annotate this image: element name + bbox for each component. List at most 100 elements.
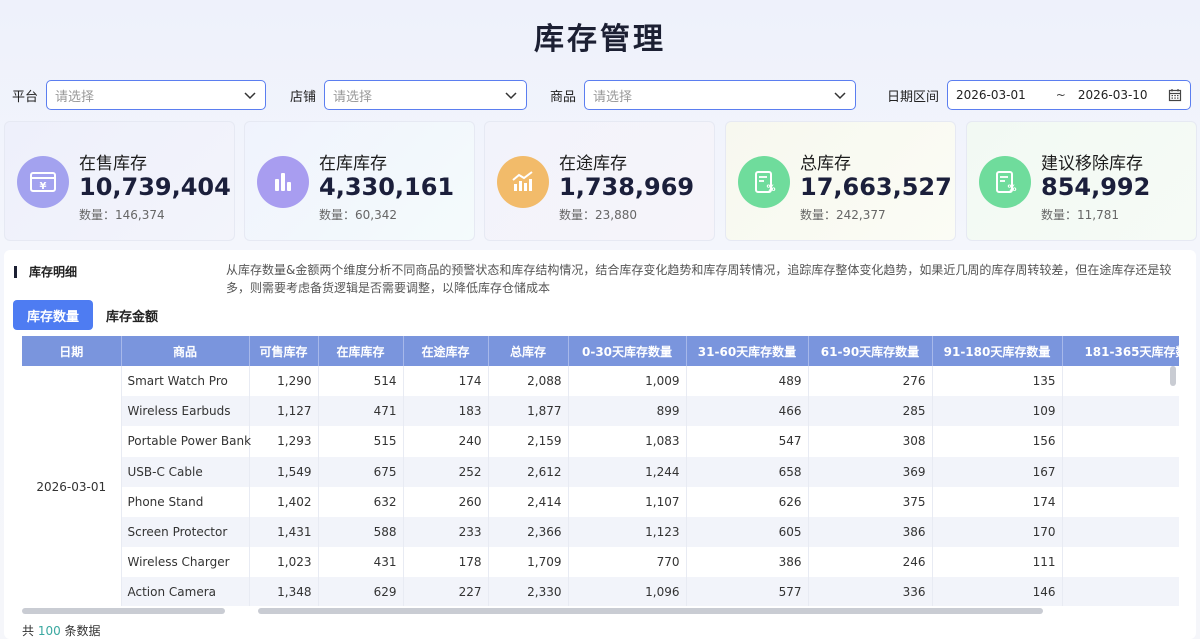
tab-stock-quantity[interactable]: 库存数量: [13, 300, 93, 330]
column-header[interactable]: 商品: [121, 336, 250, 366]
chevron-down-icon: [244, 92, 256, 100]
value-cell: 1,290: [249, 366, 319, 397]
value-cell: 577: [686, 577, 809, 606]
platform-select[interactable]: 请选择: [46, 80, 267, 110]
horizontal-scrollbar[interactable]: [258, 608, 1043, 614]
tab-stock-amount[interactable]: 库存金额: [96, 300, 168, 330]
value-cell: 178: [403, 547, 489, 578]
column-header[interactable]: 0-30天库存数量: [568, 336, 687, 366]
value-cell: 227: [403, 577, 489, 606]
value-cell: 183: [403, 396, 489, 427]
card-value: 10,739,404: [79, 173, 231, 201]
value-cell: 135: [932, 366, 1063, 397]
card-value: 17,663,527: [800, 173, 952, 201]
column-header[interactable]: 181-365天库存数量: [1062, 336, 1179, 366]
store-select[interactable]: 请选择: [324, 80, 528, 110]
card-title: 建议移除库存: [1041, 154, 1143, 174]
column-header[interactable]: 91-180天库存数量: [932, 336, 1063, 366]
value-cell: 109: [932, 396, 1063, 427]
value-cell: 431: [318, 547, 404, 578]
value-cell: 629: [318, 577, 404, 606]
column-header[interactable]: 61-90天库存数量: [808, 336, 933, 366]
table-row[interactable]: Phone Stand 1,402 632 260 2,414 1,107 626 375 17…: [22, 486, 1179, 517]
value-cell: 1,549: [249, 456, 319, 487]
value-cell: 336: [808, 577, 933, 606]
value-cell: 156: [932, 426, 1063, 457]
card-quantity: 数量：242,377: [800, 208, 886, 222]
date-end[interactable]: 2026-03-10: [1078, 88, 1148, 102]
frozen-columns-scrollbar[interactable]: [22, 608, 225, 614]
vertical-scroll-thumb[interactable]: [1170, 366, 1176, 386]
inventory-table: 日期 商品 可售库存 在库库存 在途库存 总库存 0-30天库存数量 31-60天库存数量 61…: [22, 336, 1179, 606]
value-cell: 285: [808, 396, 933, 427]
platform-label: 平台: [12, 89, 39, 105]
card-value: 4,330,161: [319, 173, 455, 201]
value-cell: 658: [686, 456, 809, 487]
value-cell: 1,293: [249, 426, 319, 457]
column-header[interactable]: 在途库存: [403, 336, 489, 366]
bar-chart-icon: [257, 156, 309, 208]
value-cell: 252: [403, 456, 489, 487]
value-cell: 1,348: [249, 577, 319, 606]
card-value: 854,992: [1041, 173, 1151, 201]
value-cell: 260: [403, 486, 489, 517]
product-cell: Smart Watch Pro: [121, 366, 250, 397]
value-cell: 1,402: [249, 486, 319, 517]
value-cell: 2,366: [488, 516, 569, 548]
date-start[interactable]: 2026-03-01: [956, 88, 1026, 102]
value-cell: [1062, 456, 1179, 487]
total-prefix: 共: [22, 624, 38, 638]
product-cell: Screen Protector: [121, 516, 250, 548]
value-cell: 1,877: [488, 396, 569, 427]
column-header[interactable]: 可售库存: [249, 336, 319, 366]
store-label: 店铺: [290, 89, 317, 105]
value-cell: 1,096: [568, 577, 687, 606]
value-cell: 240: [403, 426, 489, 457]
platform-placeholder: 请选择: [55, 89, 95, 105]
value-cell: [1062, 516, 1179, 548]
value-cell: 2,159: [488, 426, 569, 457]
value-cell: 386: [686, 547, 809, 578]
card-quantity: 数量：60,342: [319, 208, 397, 222]
product-cell: USB-C Cable: [121, 456, 250, 487]
column-header[interactable]: 31-60天库存数量: [686, 336, 809, 366]
value-cell: [1062, 396, 1179, 427]
card-on-sale-stock: ¥ 在售库存 10,739,404 数量：146,374: [4, 121, 235, 241]
vertical-scrollbar[interactable]: [1170, 366, 1176, 606]
product-select[interactable]: 请选择: [584, 80, 857, 110]
value-cell: 626: [686, 486, 809, 517]
value-cell: [1062, 366, 1179, 397]
column-header[interactable]: 在库库存: [318, 336, 404, 366]
value-cell: 632: [318, 486, 404, 517]
table-row[interactable]: USB-C Cable 1,549 675 252 2,612 1,244 658 369 16…: [22, 456, 1179, 487]
card-in-transit-stock: 在途库存 1,738,969 数量：23,880: [484, 121, 715, 241]
card-title: 在途库存: [559, 154, 627, 174]
card-title: 在售库存: [79, 154, 147, 174]
table-row[interactable]: Portable Power Bank 1,293 515 240 2,159 1,083…: [22, 426, 1179, 457]
value-cell: 899: [568, 396, 687, 427]
table-row[interactable]: Action Camera 1,348 629 227 2,330 1,096 577 336…: [22, 577, 1179, 606]
date-range-picker[interactable]: 2026-03-01 ~ 2026-03-10: [947, 80, 1192, 110]
trend-chart-icon: [497, 156, 549, 208]
value-cell: 308: [808, 426, 933, 457]
value-cell: 1,023: [249, 547, 319, 578]
column-header[interactable]: 日期: [22, 336, 122, 366]
product-placeholder: 请选择: [593, 89, 633, 105]
value-cell: [1062, 577, 1179, 606]
table-row[interactable]: Wireless Earbuds 1,127 471 183 1,877 899 466 28…: [22, 396, 1179, 427]
card-title: 在库库存: [319, 154, 387, 174]
table-row[interactable]: 2026-03-01 Smart Watch Pro 1,290 514 174 2,08…: [22, 366, 1179, 606]
svg-text:%: %: [766, 184, 775, 194]
value-cell: [1062, 486, 1179, 517]
card-suggested-removal-stock: % 建议移除库存 854,992 数量：11,781: [966, 121, 1197, 241]
value-cell: 1,107: [568, 486, 687, 517]
value-cell: 1,083: [568, 426, 687, 457]
value-cell: 489: [686, 366, 809, 397]
table-row[interactable]: Wireless Charger 1,023 431 178 1,709 770 386 24…: [22, 547, 1179, 578]
date-cell: 2026-03-01: [22, 366, 122, 606]
table-row[interactable]: Screen Protector 1,431 588 233 2,366 1,123 605…: [22, 516, 1179, 548]
value-cell: 2,330: [488, 577, 569, 606]
percent-doc-icon: %: [738, 156, 790, 208]
value-cell: 369: [808, 456, 933, 487]
column-header[interactable]: 总库存: [488, 336, 569, 366]
